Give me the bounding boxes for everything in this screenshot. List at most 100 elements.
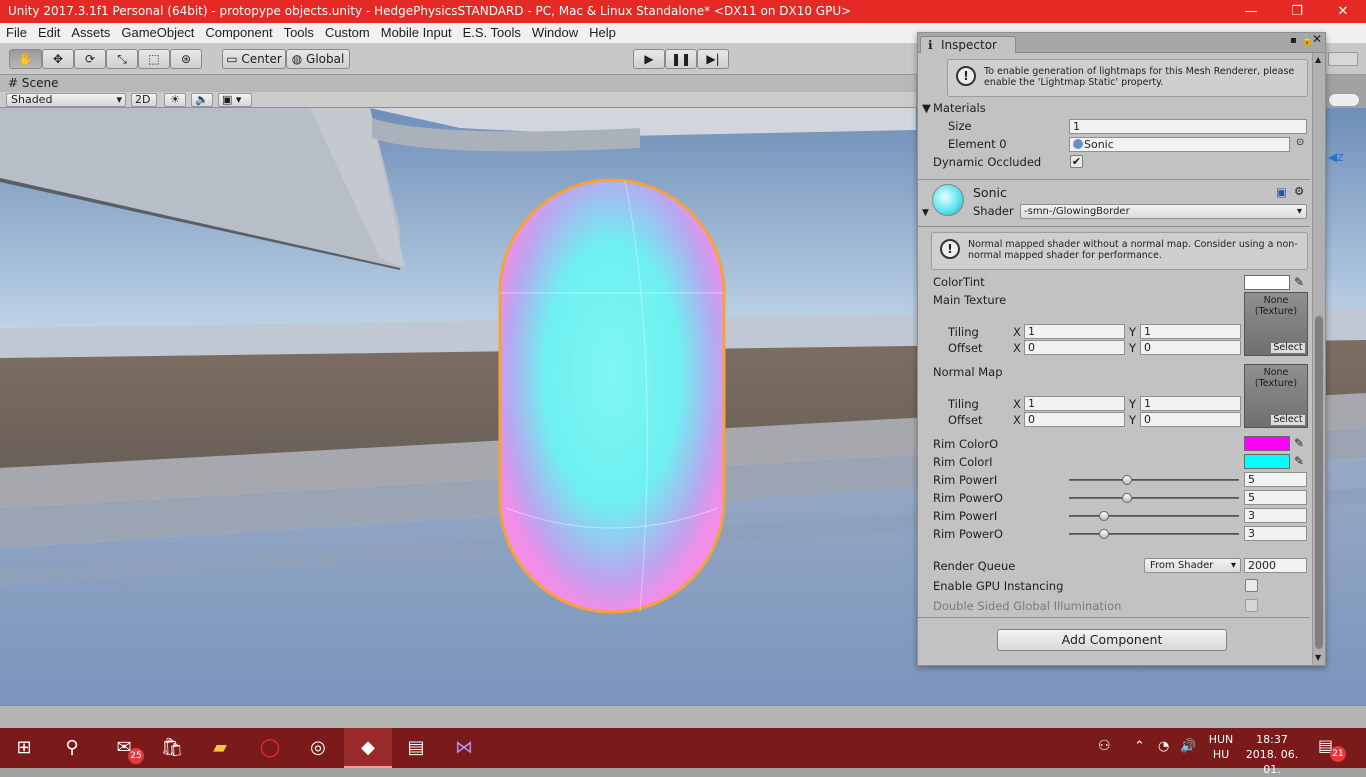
people-icon[interactable]: ⚇ [1098,738,1111,754]
wifi-icon[interactable]: ◔ [1158,739,1169,754]
2d-toggle[interactable]: 2D [131,93,157,107]
space-mode-button[interactable]: ◍ Global [286,49,350,69]
main-tiling-x-field[interactable]: 1 [1024,324,1125,339]
menu-custom[interactable]: Custom [319,23,375,43]
rim-power-o-2-slider-handle[interactable] [1099,529,1109,539]
dynamic-occluded-checkbox[interactable]: ✔ [1070,155,1083,168]
materials-foldout-icon[interactable]: ▼ [922,101,931,115]
close-button[interactable]: ✕ [1320,0,1366,23]
rect-tool-button[interactable]: ⬚ [138,49,170,69]
rim-power-o-field[interactable]: 5 [1244,490,1307,505]
clock[interactable]: 18:37 2018. 06. 01. [1240,732,1304,777]
action-center-button[interactable]: ▤ 21 [1318,736,1346,762]
taskbar-mail[interactable]: ✉ 25 [100,728,148,768]
close-panel-icon[interactable]: ✕ [1312,32,1322,46]
render-queue-mode-dropdown[interactable]: From Shader ▾ [1144,558,1241,573]
play-button[interactable]: ▶ [633,49,665,69]
rim-color-o-swatch[interactable] [1244,436,1290,451]
minimize-button[interactable]: — [1228,0,1274,23]
rim-power-i-field[interactable]: 5 [1244,472,1307,487]
search-button[interactable]: ⚲ [48,728,96,768]
normal-map-slot[interactable]: None (Texture) Select [1244,364,1308,428]
menu-component[interactable]: Component [199,23,277,43]
colortint-swatch[interactable] [1244,275,1290,290]
main-texture-slot[interactable]: None (Texture) Select [1244,292,1308,356]
taskbar-opera[interactable]: ◯ [246,728,294,768]
rim-power-o-2-field[interactable]: 3 [1244,526,1307,541]
menu-tools[interactable]: Tools [278,23,319,43]
element0-field[interactable]: Sonic [1069,137,1290,152]
normal-offset-x-field[interactable]: 0 [1024,412,1125,427]
menu-file[interactable]: File [0,23,32,43]
object-picker-icon[interactable]: ⊙ [1296,137,1304,148]
start-button[interactable]: ⊞ [0,728,48,768]
rim-power-o-slider-track[interactable] [1069,497,1239,499]
rim-power-i-2-field[interactable]: 3 [1244,508,1307,523]
rim-power-i-2-slider-track[interactable] [1069,515,1239,517]
eyedropper-icon[interactable]: ✎ [1294,454,1304,468]
scene-search-input[interactable] [1328,93,1360,107]
scale-tool-button[interactable]: ⤡ [106,49,138,69]
volume-icon[interactable]: 🔊 [1180,739,1196,754]
scene-tab[interactable]: # Scene [0,75,916,92]
taskbar-app[interactable]: ◎ [294,728,342,768]
shading-mode-dropdown[interactable]: Shaded ▾ [6,93,126,107]
menu-mobile-input[interactable]: Mobile Input [375,23,457,43]
menu-window[interactable]: Window [526,23,583,43]
rim-power-o-2-slider-track[interactable] [1069,533,1239,535]
hand-tool-button[interactable]: ✋ [9,49,42,69]
move-tool-button[interactable]: ✥ [42,49,74,69]
rotate-tool-button[interactable]: ⟳ [74,49,106,69]
taskbar-explorer[interactable]: ▰ [196,728,244,768]
normal-tiling-x-field[interactable]: 1 [1024,396,1125,411]
inspector-scrollbar[interactable]: ▲ ▼ [1312,53,1325,665]
scrollbar-thumb[interactable] [1315,316,1323,649]
main-tiling-y-field[interactable]: 1 [1140,324,1241,339]
menu-edit[interactable]: Edit [32,23,65,43]
main-offset-y-field[interactable]: 0 [1140,340,1241,355]
layers-dropdown[interactable] [1328,52,1358,66]
menu-gameobject[interactable]: GameObject [115,23,199,43]
eyedropper-icon[interactable]: ✎ [1294,275,1304,289]
menu-es-tools[interactable]: E.S. Tools [457,23,526,43]
scroll-up-icon[interactable]: ▲ [1315,55,1321,64]
audio-toggle[interactable]: 🔈 [191,93,213,107]
menu-assets[interactable]: Assets [65,23,115,43]
gpu-instancing-checkbox[interactable] [1245,579,1258,592]
taskbar-paint[interactable]: ▤ [392,728,440,768]
normal-tiling-y-field[interactable]: 1 [1140,396,1241,411]
main-texture-select-button[interactable]: Select [1270,342,1306,354]
normal-map-select-button[interactable]: Select [1270,414,1306,426]
shader-dropdown[interactable]: -smn-/GlowingBorder ▾ [1020,204,1307,219]
restore-button[interactable]: ❐ [1274,0,1320,23]
taskbar-visual-studio[interactable]: ⋈ [440,728,488,768]
rim-color-i-swatch[interactable] [1244,454,1290,469]
pivot-mode-button[interactable]: ▭ Center [222,49,286,69]
add-component-button[interactable]: Add Component [997,629,1227,651]
materials-label[interactable]: Materials [933,101,986,115]
scroll-down-icon[interactable]: ▼ [1315,653,1321,662]
pause-button[interactable]: ❚❚ [665,49,697,69]
main-offset-x-field[interactable]: 0 [1024,340,1125,355]
effects-dropdown[interactable]: ▣ ▾ [218,93,252,107]
rim-power-i-slider-handle[interactable] [1122,475,1132,485]
language-indicator[interactable]: HUN HU [1206,732,1236,762]
scene-gizmo-icon[interactable]: ◀z [1328,150,1344,164]
material-foldout-icon[interactable]: ▼ [922,208,929,218]
panel-menu-icon[interactable]: ▪ [1290,35,1297,46]
menu-help[interactable]: Help [583,23,621,43]
rim-power-i-slider-track[interactable] [1069,479,1239,481]
render-queue-field[interactable]: 2000 [1244,558,1307,573]
help-book-icon[interactable]: ▣ [1276,185,1287,199]
rim-power-o-slider-handle[interactable] [1122,493,1132,503]
show-hidden-icons-chevron[interactable]: ⌃ [1134,739,1145,754]
eyedropper-icon[interactable]: ✎ [1294,436,1304,450]
taskbar-unity[interactable]: ◆ [344,728,392,768]
taskbar-store[interactable]: 🛍 [148,728,196,768]
lighting-toggle[interactable]: ☀ [164,93,186,107]
inspector-tab[interactable]: ℹ Inspector [920,36,1016,53]
step-button[interactable]: ▶| [697,49,729,69]
gear-icon[interactable]: ⚙ [1294,184,1304,198]
rim-power-i-2-slider-handle[interactable] [1099,511,1109,521]
materials-size-field[interactable]: 1 [1069,119,1307,134]
